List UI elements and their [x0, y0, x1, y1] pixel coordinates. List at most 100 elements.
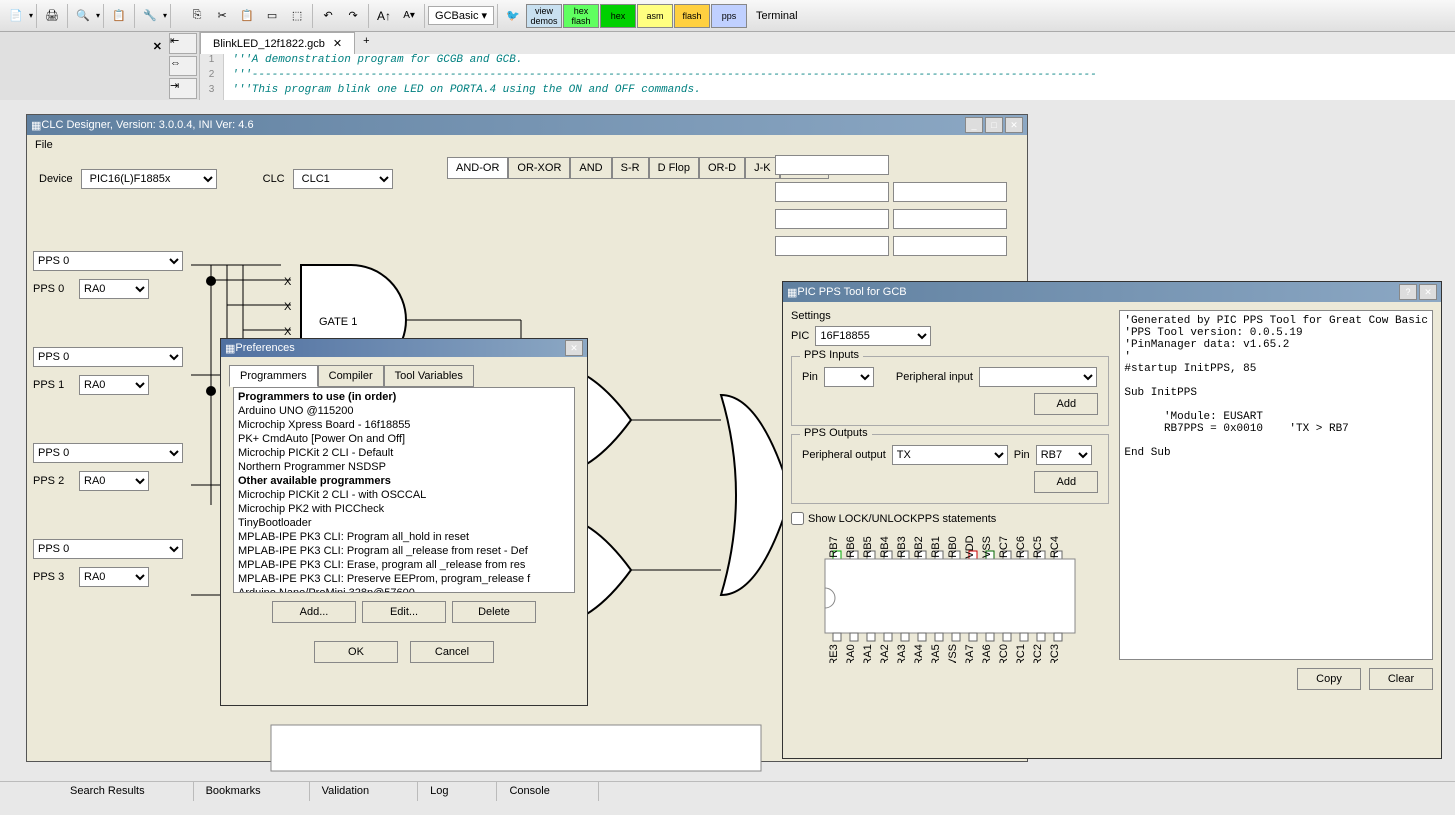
- tab-and[interactable]: AND: [570, 157, 611, 179]
- clc-output-field[interactable]: [775, 155, 889, 175]
- font-inc-icon[interactable]: A↑: [372, 4, 396, 28]
- clc-output-field[interactable]: [775, 209, 889, 229]
- wrap-right-icon[interactable]: ⇥: [169, 78, 197, 99]
- clear-button[interactable]: Clear: [1369, 668, 1433, 690]
- tab-dflop[interactable]: D Flop: [649, 157, 699, 179]
- tab-programmers[interactable]: Programmers: [229, 365, 318, 387]
- list-item[interactable]: MPLAB-IPE PK3 CLI: Preserve EEProm, prog…: [236, 572, 572, 586]
- pps-input-select[interactable]: PPS 0: [33, 443, 183, 463]
- code-editor[interactable]: 1 2 3 '''A demonstration program for GCG…: [200, 54, 1455, 100]
- undo-icon[interactable]: ↶: [316, 4, 340, 28]
- clc-output-field[interactable]: [775, 236, 889, 256]
- tool-icon[interactable]: 🔧: [138, 4, 162, 28]
- pin-out-select[interactable]: RB7: [1036, 445, 1092, 465]
- select-icon[interactable]: ▭: [260, 4, 284, 28]
- prefs-title-bar[interactable]: ▦ Preferences ✕: [221, 339, 587, 357]
- clc-output-field[interactable]: [893, 209, 1007, 229]
- delete-button[interactable]: Delete: [452, 601, 536, 623]
- list-item[interactable]: Microchip PICKit 2 CLI - with OSCCAL: [236, 488, 572, 502]
- pps-input-select[interactable]: PPS 0: [33, 347, 183, 367]
- tab-and-or[interactable]: AND-OR: [447, 157, 508, 179]
- tab-ord[interactable]: OR-D: [699, 157, 745, 179]
- new-icon[interactable]: 📄: [4, 4, 28, 28]
- list-item[interactable]: Arduino UNO @115200: [236, 404, 572, 418]
- terminal-button[interactable]: Terminal: [748, 6, 806, 26]
- tab-log[interactable]: Log: [418, 782, 497, 801]
- clc-select[interactable]: CLC1: [293, 169, 393, 189]
- clc-output-field[interactable]: [893, 236, 1007, 256]
- programmers-list[interactable]: Programmers to use (in order) Arduino UN…: [233, 387, 575, 593]
- tab-compiler[interactable]: Compiler: [318, 365, 384, 387]
- asm-button[interactable]: asm: [637, 4, 673, 28]
- pps-button[interactable]: pps: [711, 4, 747, 28]
- copy-button[interactable]: Copy: [1297, 668, 1361, 690]
- periph-output-select[interactable]: TX: [892, 445, 1008, 465]
- tab-console[interactable]: Console: [497, 782, 598, 801]
- hex-button[interactable]: hex: [600, 4, 636, 28]
- pps-close-button[interactable]: ✕: [1419, 284, 1437, 300]
- flash-button[interactable]: flash: [674, 4, 710, 28]
- periph-input-select[interactable]: [979, 367, 1097, 387]
- tab-sr[interactable]: S-R: [612, 157, 649, 179]
- pps-title-bar[interactable]: ▦ PIC PPS Tool for GCB ? ✕: [783, 282, 1441, 302]
- cut-icon[interactable]: ✂: [210, 4, 234, 28]
- list-item[interactable]: Arduino Nano/ProMini 328p@57600: [236, 586, 572, 593]
- generated-code[interactable]: 'Generated by PIC PPS Tool for Great Cow…: [1119, 310, 1433, 660]
- list-item[interactable]: TinyBootloader: [236, 516, 572, 530]
- font-dec-icon[interactable]: A▾: [397, 4, 421, 28]
- bird-icon[interactable]: 🐦: [501, 4, 525, 28]
- maximize-button[interactable]: □: [985, 117, 1003, 133]
- copy-icon[interactable]: ⎘: [185, 4, 209, 28]
- prefs-close-button[interactable]: ✕: [565, 340, 583, 356]
- list-item[interactable]: Northern Programmer NSDSP: [236, 460, 572, 474]
- add-input-button[interactable]: Add: [1034, 393, 1098, 415]
- binoculars-icon[interactable]: 🔍: [71, 4, 95, 28]
- minimize-button[interactable]: _: [965, 117, 983, 133]
- pic-select[interactable]: 16F18855: [815, 326, 931, 346]
- pps-pin-select[interactable]: RA0: [79, 375, 149, 395]
- list-item[interactable]: PK+ CmdAuto [Power On and Off]: [236, 432, 572, 446]
- pps-pin-select[interactable]: RA0: [79, 279, 149, 299]
- clc-output-field[interactable]: [893, 182, 1007, 202]
- edit-button[interactable]: Edit...: [362, 601, 446, 623]
- tab-bookmarks[interactable]: Bookmarks: [194, 782, 310, 801]
- pps-input-select[interactable]: PPS 0: [33, 251, 183, 271]
- list-item[interactable]: Microchip Xpress Board - 16f18855: [236, 418, 572, 432]
- list-item[interactable]: MPLAB-IPE PK3 CLI: Program all _release …: [236, 544, 572, 558]
- tab-close-icon[interactable]: ✕: [333, 37, 342, 50]
- pps-pin-select[interactable]: RA0: [79, 471, 149, 491]
- clc-title-bar[interactable]: ▦ CLC Designer, Version: 3.0.0.4, INI Ve…: [27, 115, 1027, 135]
- doc-icon[interactable]: 📋: [107, 4, 131, 28]
- redo-icon[interactable]: ↷: [341, 4, 365, 28]
- close-button[interactable]: ✕: [1005, 117, 1023, 133]
- tab-validation[interactable]: Validation: [310, 782, 419, 801]
- lock-checkbox[interactable]: [791, 512, 804, 525]
- clc-output-field[interactable]: [775, 182, 889, 202]
- file-menu[interactable]: File: [35, 139, 53, 151]
- language-dropdown[interactable]: GCBasic ▾: [428, 6, 494, 25]
- select2-icon[interactable]: ⬚: [285, 4, 309, 28]
- list-item[interactable]: Microchip PICKit 2 CLI - Default: [236, 446, 572, 460]
- pps-input-select[interactable]: PPS 0: [33, 539, 183, 559]
- list-item[interactable]: MPLAB-IPE PK3 CLI: Erase, program all _r…: [236, 558, 572, 572]
- tab-search-results[interactable]: Search Results: [58, 782, 194, 801]
- pin-select[interactable]: [824, 367, 874, 387]
- add-output-button[interactable]: Add: [1034, 471, 1098, 493]
- hex-flash-button[interactable]: hex flash: [563, 4, 599, 28]
- add-button[interactable]: Add...: [272, 601, 356, 623]
- wrap-left-icon[interactable]: ⇤: [169, 33, 197, 54]
- wrap-both-icon[interactable]: ⇔: [169, 56, 197, 77]
- tab-tool-variables[interactable]: Tool Variables: [384, 365, 474, 387]
- cancel-button[interactable]: Cancel: [410, 641, 494, 663]
- close-panel-icon[interactable]: ✕: [153, 40, 162, 53]
- add-tab-button[interactable]: +: [355, 32, 377, 54]
- file-tab[interactable]: BlinkLED_12f1822.gcb ✕: [200, 32, 355, 54]
- help-button[interactable]: ?: [1399, 284, 1417, 300]
- ok-button[interactable]: OK: [314, 641, 398, 663]
- view-demos-button[interactable]: view demos: [526, 4, 562, 28]
- list-item[interactable]: Microchip PK2 with PICCheck: [236, 502, 572, 516]
- paste-icon[interactable]: 📋: [235, 4, 259, 28]
- device-select[interactable]: PIC16(L)F1885x: [81, 169, 217, 189]
- list-item[interactable]: MPLAB-IPE PK3 CLI: Program all_hold in r…: [236, 530, 572, 544]
- tab-or-xor[interactable]: OR-XOR: [508, 157, 570, 179]
